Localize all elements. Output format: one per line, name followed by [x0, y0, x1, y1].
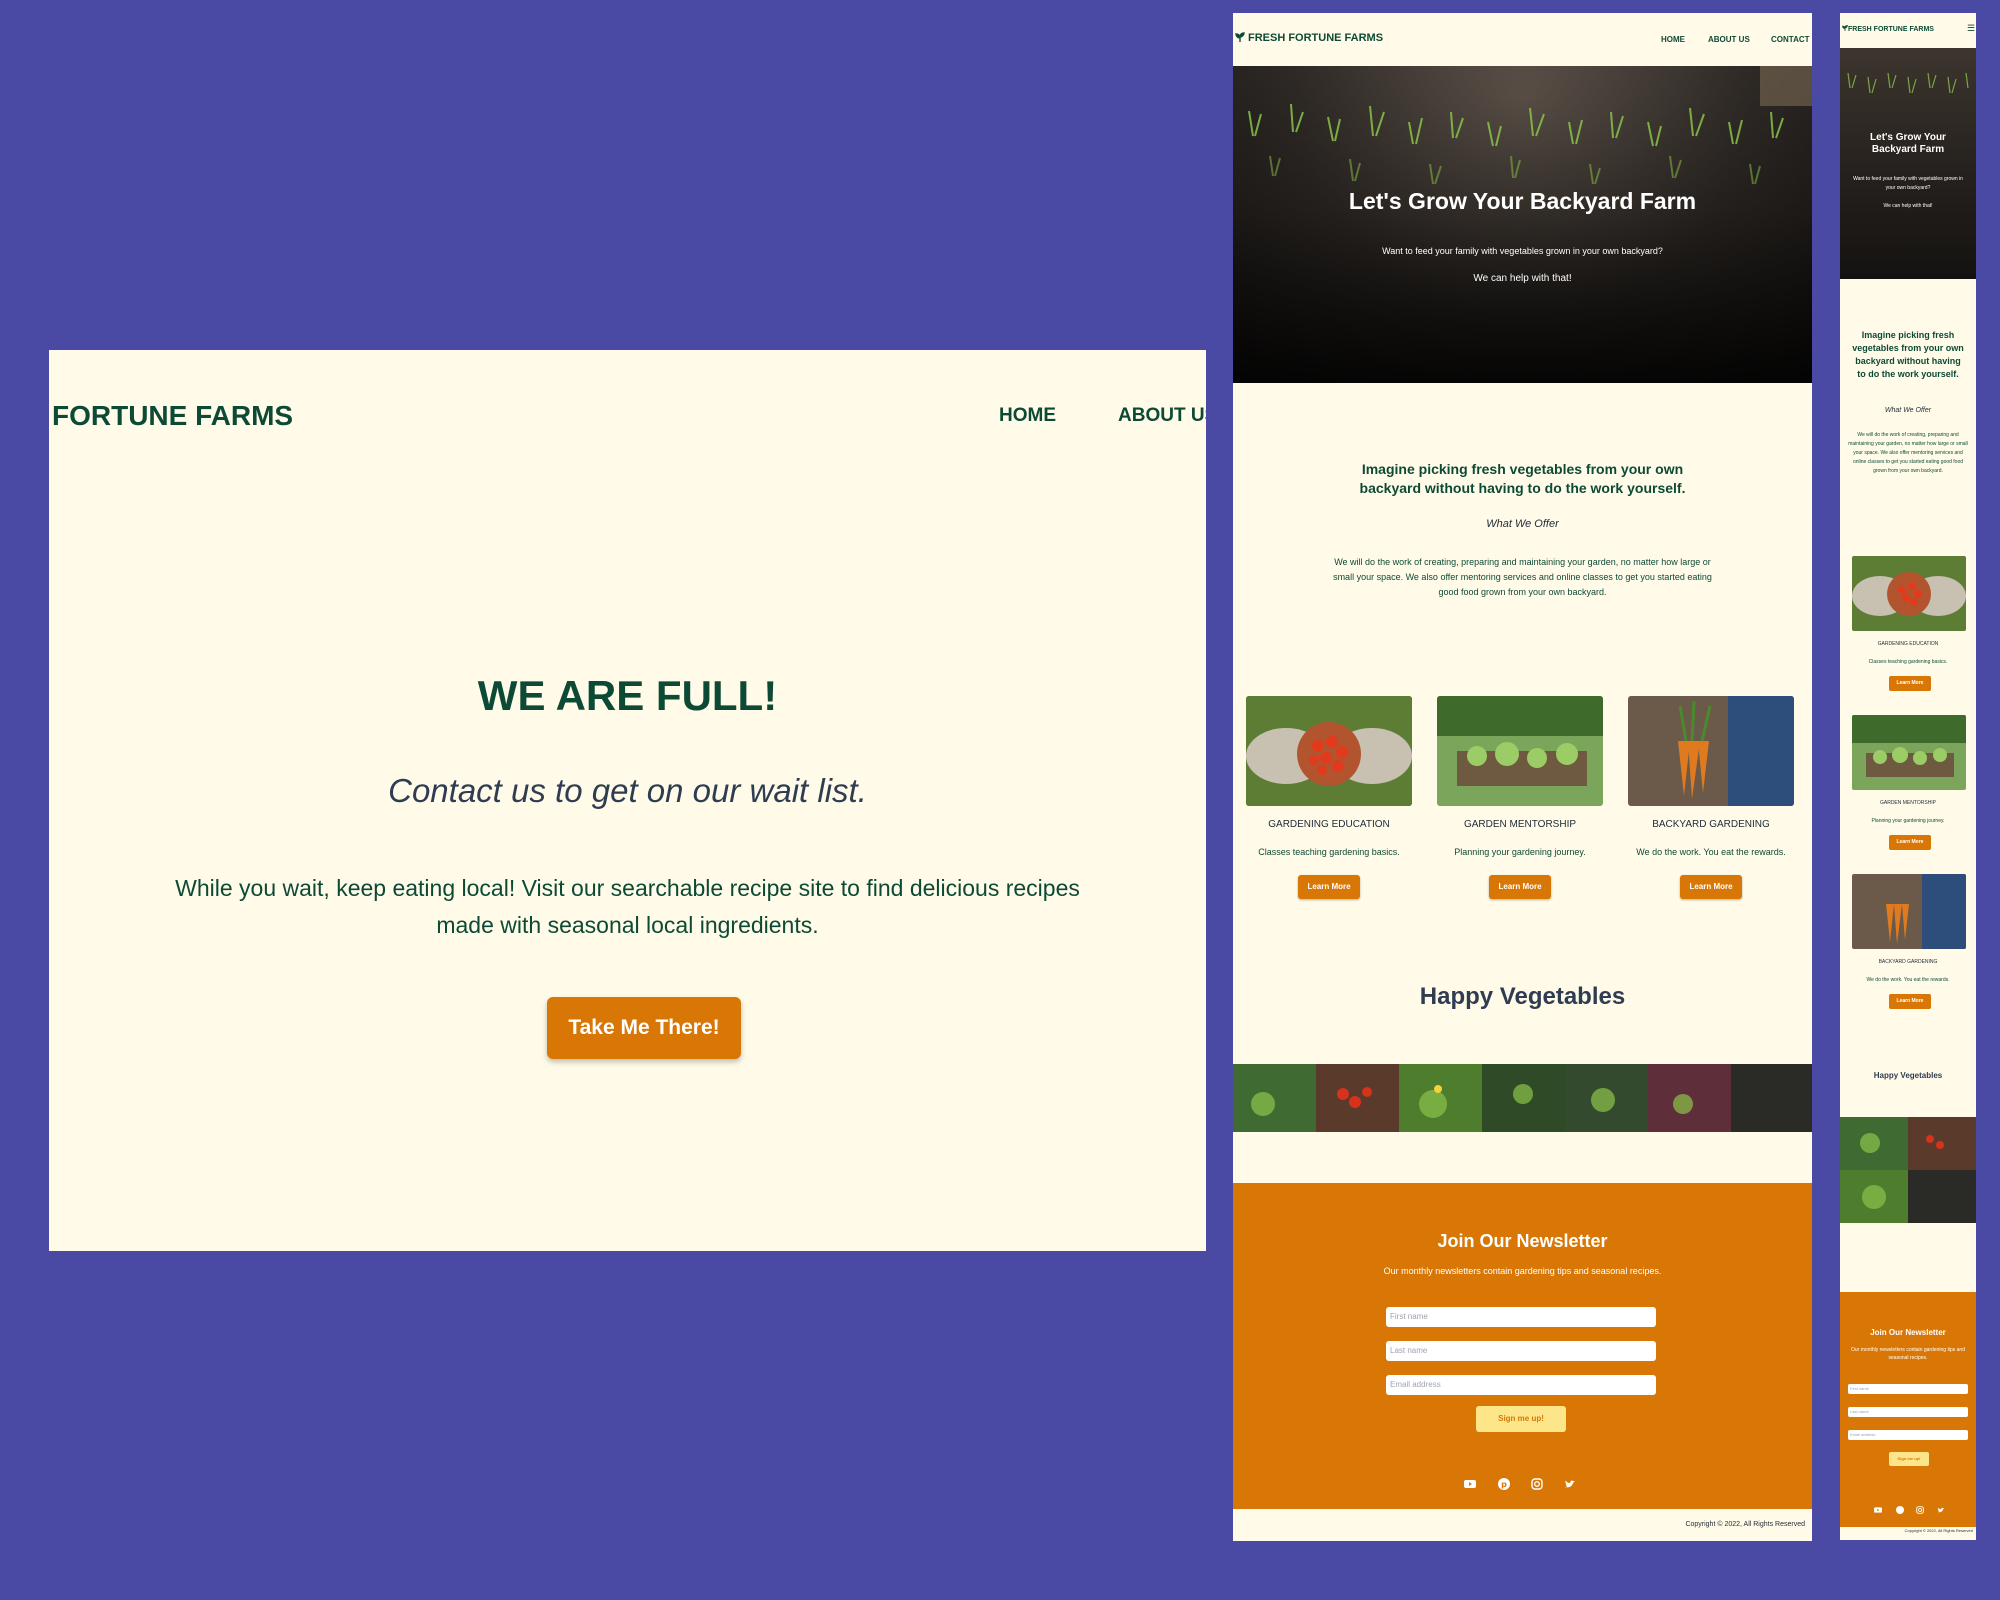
- card-title-mentorship: GARDEN MENTORSHIP: [1879, 800, 1937, 806]
- page-title: WE ARE FULL!: [477, 672, 778, 719]
- card-desc-mentorship: Planning your gardening journey.: [1454, 847, 1586, 857]
- intro-body: We will do the work of creating, prepari…: [1848, 432, 1968, 474]
- twitter-icon[interactable]: [1937, 1506, 1945, 1514]
- menu-icon[interactable]: ☰: [1967, 23, 1975, 34]
- email-input[interactable]: Email address: [1386, 1375, 1656, 1395]
- learn-more-button[interactable]: Learn More: [1298, 875, 1360, 899]
- email-input[interactable]: Email address: [1848, 1430, 1968, 1440]
- intro-title: Imagine picking fresh vegetables from yo…: [1359, 461, 1686, 496]
- twitter-icon[interactable]: [1564, 1478, 1576, 1490]
- seedlings-hero-image: [1847, 72, 1969, 94]
- hero-line-1: Want to feed your family with vegetables…: [1382, 246, 1663, 256]
- learn-more-button[interactable]: Learn More: [1680, 875, 1742, 899]
- learn-more-button[interactable]: Learn More: [1889, 676, 1931, 691]
- card-title-backyard: BACKYARD GARDENING: [1878, 959, 1938, 965]
- hero-banner: Let's Grow Your Backyard Farm Want to fe…: [1840, 48, 1976, 279]
- hero-line-2: We can help with that!: [1883, 203, 1933, 209]
- card-desc-mentorship: Planning your gardening journey.: [1871, 818, 1945, 824]
- tomatoes-bowl-image: [1852, 556, 1966, 631]
- site-header: FRESH FORTUNE FARMS HOME ABOUT US CONTAC…: [1233, 13, 1812, 66]
- card-desc-backyard: We do the work. You eat the rewards.: [1866, 977, 1950, 983]
- learn-more-button[interactable]: Learn More: [1889, 994, 1931, 1009]
- page-subtitle: Contact us to get on our wait list.: [388, 772, 867, 809]
- gallery-strip-image: [1840, 1117, 1976, 1223]
- newsletter-title: Join Our Newsletter: [1437, 1231, 1608, 1251]
- card-title-education: GARDENING EDUCATION: [1268, 819, 1390, 830]
- card-desc-education: Classes teaching gardening basics.: [1258, 847, 1400, 857]
- brand-logo[interactable]: FRESH FORTUNE FARMS: [1235, 32, 1383, 44]
- seedlings-hero-image: [1248, 66, 1812, 185]
- first-name-input[interactable]: First name: [1386, 1307, 1656, 1327]
- garden-beds-image: [1437, 696, 1603, 806]
- brand-name: FRESH FORTUNE FARMS: [1248, 32, 1384, 44]
- brand-name: FRESH FORTUNE FARMS: [1848, 26, 1934, 33]
- gallery-title: Happy Vegetables: [1873, 1071, 1943, 1080]
- brand-logo[interactable]: FORTUNE FARMS: [52, 400, 293, 432]
- hero-line-1: Want to feed your family with vegetables…: [1853, 176, 1963, 191]
- instagram-icon[interactable]: [1531, 1478, 1543, 1490]
- newsletter-title: Join Our Newsletter: [1870, 1328, 1946, 1337]
- instagram-icon[interactable]: [1916, 1506, 1924, 1514]
- card-desc-backyard: We do the work. You eat the rewards.: [1636, 847, 1786, 857]
- card-desc-education: Classes teaching gardening basics.: [1868, 659, 1948, 665]
- last-name-input[interactable]: Last name: [1386, 1341, 1656, 1361]
- hero-title: Let's Grow Your Backyard Farm: [1348, 188, 1697, 214]
- hero-line-2: We can help with that!: [1473, 273, 1572, 284]
- take-me-there-button[interactable]: Take Me There!: [547, 997, 741, 1059]
- gallery-strip-image: [1233, 1064, 1812, 1132]
- card-title-education: GARDENING EDUCATION: [1877, 641, 1939, 647]
- youtube-icon[interactable]: [1874, 1506, 1882, 1514]
- intro-title: Imagine picking fresh vegetables from yo…: [1852, 330, 1964, 379]
- sign-up-button[interactable]: Sign me up!: [1889, 1452, 1929, 1466]
- newsletter-desc: Our monthly newsletters contain gardenin…: [1851, 1347, 1965, 1361]
- mobile-homepage: FRESH FORTUNE FARMS ☰ Let's Grow Your Ba…: [1840, 13, 1976, 1540]
- gallery-title: Happy Vegetables: [1419, 983, 1626, 1010]
- copyright-text: Copyright © 2022, All Rights Reserved: [1904, 1528, 1973, 1533]
- nav-home[interactable]: HOME: [999, 405, 1056, 427]
- nav-about-us[interactable]: ABOUT US: [1118, 405, 1206, 427]
- learn-more-button[interactable]: Learn More: [1889, 835, 1931, 850]
- carrots-harvest-image: [1628, 696, 1794, 806]
- learn-more-button[interactable]: Learn More: [1489, 875, 1551, 899]
- tomatoes-bowl-image: [1246, 696, 1412, 806]
- garden-beds-image: [1852, 715, 1966, 790]
- nav-about-us[interactable]: ABOUT US: [1708, 35, 1750, 44]
- intro-subtitle: What We Offer: [1884, 407, 1932, 414]
- carrots-harvest-image: [1852, 874, 1966, 949]
- card-title-backyard: BACKYARD GARDENING: [1652, 819, 1770, 830]
- pinterest-icon[interactable]: [1896, 1506, 1904, 1514]
- intro-subtitle: What We Offer: [1486, 518, 1559, 530]
- waitlist-page: FORTUNE FARMS HOME ABOUT US WE ARE FULL!…: [49, 350, 1206, 1251]
- vegetable-gallery: [1233, 1064, 1812, 1132]
- sign-up-button[interactable]: Sign me up!: [1476, 1406, 1566, 1432]
- sprout-icon: [1235, 32, 1245, 42]
- newsletter-section: Join Our Newsletter Our monthly newslett…: [1233, 1183, 1812, 1509]
- hero-title: Let's Grow Your Backyard Farm: [1870, 132, 1946, 155]
- card-title-mentorship: GARDEN MENTORSHIP: [1463, 819, 1577, 830]
- newsletter-section: Join Our Newsletter Our monthly newslett…: [1840, 1292, 1976, 1527]
- newsletter-desc: Our monthly newsletters contain gardenin…: [1383, 1266, 1662, 1276]
- page-body-text: While you wait, keep eating local! Visit…: [175, 875, 1080, 938]
- first-name-input[interactable]: First name: [1848, 1384, 1968, 1394]
- copyright-text: Copyright © 2022, All Rights Reserved: [1685, 1521, 1805, 1528]
- nav-contact[interactable]: CONTACT: [1771, 35, 1810, 44]
- tablet-homepage: FRESH FORTUNE FARMS HOME ABOUT US CONTAC…: [1233, 13, 1812, 1541]
- intro-body: We will do the work of creating, prepari…: [1333, 557, 1712, 597]
- pinterest-icon[interactable]: p: [1498, 1478, 1510, 1490]
- brand-logo[interactable]: FRESH FORTUNE FARMS: [1842, 25, 1934, 33]
- nav-home[interactable]: HOME: [1661, 35, 1685, 44]
- last-name-input[interactable]: Last name: [1848, 1407, 1968, 1417]
- svg-text:p: p: [1501, 1480, 1507, 1489]
- youtube-icon[interactable]: [1464, 1478, 1476, 1490]
- hero-banner: Let's Grow Your Backyard Farm Want to fe…: [1233, 66, 1812, 383]
- vegetable-gallery: [1840, 1117, 1976, 1223]
